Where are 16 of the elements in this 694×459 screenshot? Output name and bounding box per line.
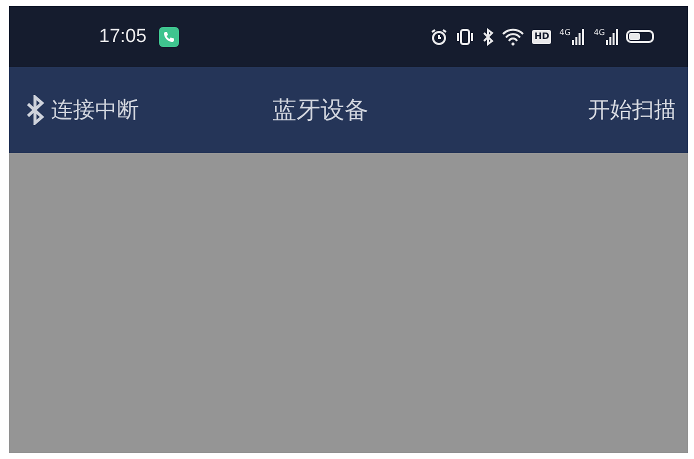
battery-icon <box>626 30 654 43</box>
network-label: 4G <box>559 28 571 36</box>
page-title: 蓝牙设备 <box>272 95 370 126</box>
connection-status: 连接中断 <box>51 97 139 125</box>
start-scan-button[interactable]: 开始扫描 <box>588 95 676 125</box>
alarm-icon <box>430 28 448 46</box>
wifi-icon <box>502 28 524 46</box>
bluetooth-icon <box>25 95 45 125</box>
network-label: 4G <box>594 28 605 36</box>
phone-icon <box>158 26 179 46</box>
hd-badge: HD <box>532 30 552 44</box>
signal-icon <box>572 28 584 44</box>
vibrate-icon <box>456 28 474 46</box>
bluetooth-icon <box>482 28 494 46</box>
signal-icon <box>606 28 618 44</box>
clock: 17:05 <box>99 26 147 48</box>
